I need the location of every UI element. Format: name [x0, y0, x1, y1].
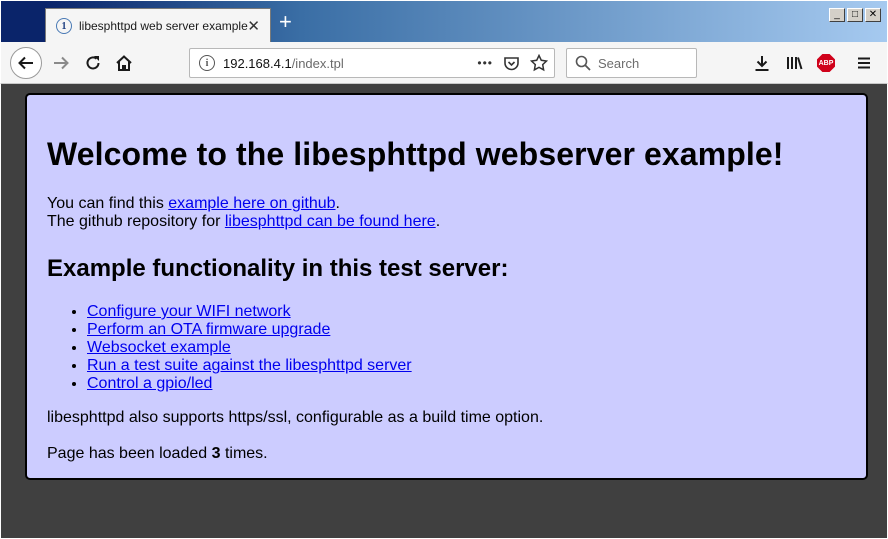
github-example-link[interactable]: example here on github [168, 195, 335, 212]
adblock-icon: ABP [817, 54, 835, 72]
home-icon [116, 55, 132, 71]
tab-close-icon[interactable]: ✕ [247, 17, 260, 35]
browser-tab[interactable]: 1 libesphttpd web server example ✕ [45, 8, 271, 43]
page-viewport: Welcome to the libesphttpd webserver exa… [0, 84, 888, 539]
ota-upgrade-link[interactable]: Perform an OTA firmware upgrade [87, 321, 330, 338]
functionality-list: Configure your WIFI network Perform an O… [47, 303, 846, 393]
back-button[interactable] [10, 47, 42, 79]
library-button[interactable] [784, 53, 804, 73]
url-text[interactable]: 192.168.4.1/index.tpl [223, 56, 344, 71]
page-title: Welcome to the libesphttpd webserver exa… [47, 136, 784, 172]
downloads-button[interactable] [752, 53, 772, 73]
load-counter: Page has been loaded 3 times. [47, 445, 268, 462]
tab-strip: 1 libesphttpd web server example ✕ + _ □… [0, 0, 888, 43]
forward-arrow-icon [54, 56, 69, 70]
menu-button[interactable] [854, 53, 874, 73]
url-actions: ••• [477, 54, 548, 72]
gpio-led-link[interactable]: Control a gpio/led [87, 375, 212, 392]
search-bar[interactable]: Search [566, 48, 697, 78]
pocket-icon[interactable] [503, 55, 520, 72]
forward-button[interactable] [51, 53, 71, 73]
libesphttpd-repo-link[interactable]: libesphttpd can be found here [225, 213, 436, 230]
minimize-button[interactable]: _ [829, 8, 845, 22]
search-placeholder: Search [598, 55, 640, 71]
websocket-example-link[interactable]: Websocket example [87, 339, 231, 356]
window-controls: _ □ ✕ [827, 8, 881, 22]
library-icon [787, 57, 803, 70]
load-count: 3 [211, 445, 221, 462]
menu-icon [858, 57, 870, 69]
new-tab-button[interactable]: + [279, 11, 292, 33]
page-actions-icon[interactable]: ••• [477, 56, 493, 70]
wifi-config-link[interactable]: Configure your WIFI network [87, 303, 291, 320]
search-icon [575, 55, 591, 71]
list-item: Run a test suite against the libesphttpd… [87, 357, 846, 375]
home-button[interactable] [114, 53, 134, 73]
list-item: Perform an OTA firmware upgrade [87, 321, 846, 339]
functionality-heading: Example functionality in this test serve… [47, 255, 509, 282]
reload-icon [86, 56, 100, 70]
tab-favicon-icon: 1 [56, 18, 72, 34]
ssl-note: libesphttpd also supports https/ssl, con… [47, 409, 544, 426]
test-suite-link[interactable]: Run a test suite against the libesphttpd… [87, 357, 412, 374]
list-item: Control a gpio/led [87, 375, 846, 393]
close-window-button[interactable]: ✕ [865, 8, 881, 22]
list-item: Websocket example [87, 339, 846, 357]
reload-button[interactable] [83, 53, 103, 73]
back-arrow-icon [18, 56, 33, 70]
bookmark-star-icon[interactable] [530, 54, 548, 72]
info-icon[interactable]: i [199, 55, 215, 71]
list-item: Configure your WIFI network [87, 303, 846, 321]
download-icon [755, 56, 769, 71]
intro-text: You can find this example here on github… [47, 195, 441, 230]
adblock-button[interactable]: ABP [816, 53, 836, 73]
url-bar[interactable]: i 192.168.4.1/index.tpl ••• [189, 48, 555, 78]
tab-title: libesphttpd web server example [79, 19, 248, 33]
nav-toolbar: i 192.168.4.1/index.tpl ••• Search ABP [0, 42, 888, 84]
content-card: Welcome to the libesphttpd webserver exa… [25, 93, 868, 480]
maximize-button[interactable]: □ [847, 8, 863, 22]
